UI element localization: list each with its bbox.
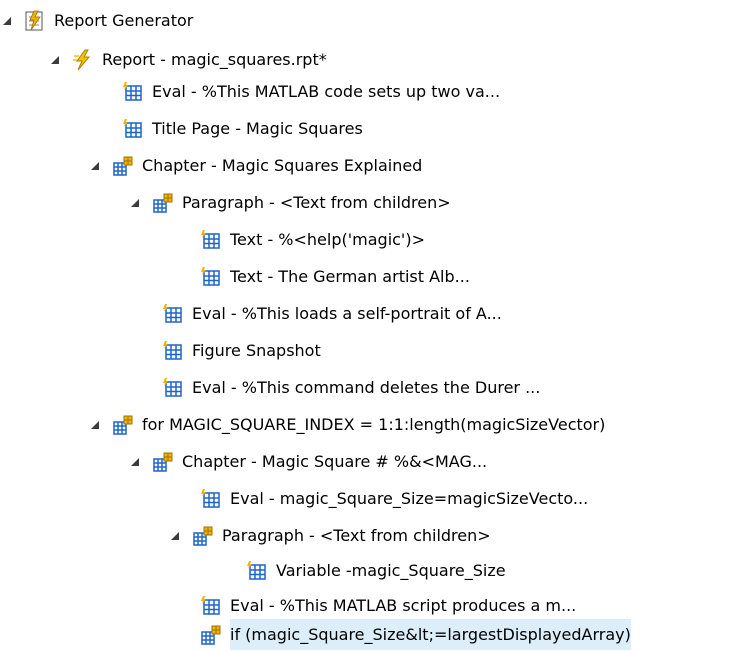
tree-node-label: Eval - %This loads a self-portrait of A.… [192, 304, 502, 323]
parent-component-icon [152, 192, 174, 214]
tree-node-label: Chapter - Magic Squares Explained [142, 156, 423, 175]
tree-node-label: Text - %<help('magic')> [230, 230, 425, 249]
tree-node-report-generator[interactable]: Report Generator [0, 5, 193, 36]
tree-node-label: Eval - magic_Square_Size=magicSizeVecto.… [230, 489, 589, 508]
tree-node-label: Eval - %This MATLAB code sets up two va.… [152, 82, 501, 101]
tree-node-label: Chapter - Magic Square # %&<MAG... [182, 452, 488, 471]
component-icon [122, 81, 144, 103]
tree-node-eval[interactable]: Eval - %This MATLAB script produces a m.… [200, 590, 576, 621]
component-icon [122, 118, 144, 140]
component-icon [162, 340, 184, 362]
tree-node-eval[interactable]: Eval - magic_Square_Size=magicSizeVecto.… [200, 483, 588, 514]
tree-node-text[interactable]: Text - The German artist Alb... [200, 261, 470, 292]
tree-node-chapter[interactable]: Chapter - Magic Square # %&<MAG... [128, 446, 487, 477]
component-icon [162, 303, 184, 325]
tree-node-label: if (magic_Square_Size&lt;=largestDisplay… [230, 619, 631, 650]
tree-node-variable[interactable]: Variable -magic_Square_Size [246, 555, 506, 586]
parent-component-icon [200, 624, 222, 646]
lightning-icon [72, 49, 94, 71]
tree-node-label: Report Generator [54, 11, 194, 30]
tree-node-label: Text - The German artist Alb... [230, 267, 470, 286]
parent-component-icon [152, 451, 174, 473]
tree-node-label: Title Page - Magic Squares [152, 119, 363, 138]
expand-triangle-icon[interactable] [88, 418, 102, 432]
tree-node-label: Paragraph - <Text from children> [222, 526, 491, 545]
tree-node-paragraph[interactable]: Paragraph - <Text from children> [128, 187, 451, 218]
component-icon [246, 560, 268, 582]
tree-node-title-page[interactable]: Title Page - Magic Squares [122, 113, 363, 144]
report-explorer-tree: Report Generator Report - magic_squares.… [0, 0, 750, 651]
expand-triangle-icon[interactable] [128, 455, 142, 469]
tree-node-if[interactable]: if (magic_Square_Size&lt;=largestDisplay… [200, 619, 631, 650]
tree-node-label: Paragraph - <Text from children> [182, 193, 451, 212]
parent-component-icon [112, 155, 134, 177]
tree-node-eval[interactable]: Eval - %This MATLAB code sets up two va.… [122, 76, 500, 107]
tree-node-text[interactable]: Text - %<help('magic')> [200, 224, 425, 255]
tree-node-label: for MAGIC_SQUARE_INDEX = 1:1:length(magi… [142, 415, 606, 434]
tree-node-label: Figure Snapshot [192, 341, 321, 360]
tree-node-for-loop[interactable]: for MAGIC_SQUARE_INDEX = 1:1:length(magi… [88, 409, 605, 440]
component-icon [162, 377, 184, 399]
tree-node-figure-snapshot[interactable]: Figure Snapshot [162, 335, 321, 366]
tree-node-eval[interactable]: Eval - %This command deletes the Durer .… [162, 372, 540, 403]
tree-node-label: Variable -magic_Square_Size [276, 561, 506, 580]
tree-node-paragraph[interactable]: Paragraph - <Text from children> [168, 520, 491, 551]
component-icon [200, 595, 222, 617]
parent-component-icon [192, 525, 214, 547]
expand-triangle-icon[interactable] [88, 159, 102, 173]
tree-node-chapter[interactable]: Chapter - Magic Squares Explained [88, 150, 422, 181]
tree-node-report[interactable]: Report - magic_squares.rpt* [48, 44, 327, 75]
component-icon [200, 266, 222, 288]
report-generator-icon [24, 10, 46, 32]
tree-node-eval[interactable]: Eval - %This loads a self-portrait of A.… [162, 298, 502, 329]
expand-triangle-icon[interactable] [128, 196, 142, 210]
tree-node-label: Eval - %This command deletes the Durer .… [192, 378, 541, 397]
parent-component-icon [112, 414, 134, 436]
component-icon [200, 229, 222, 251]
expand-triangle-icon[interactable] [168, 529, 182, 543]
tree-node-label: Eval - %This MATLAB script produces a m.… [230, 596, 577, 615]
component-icon [200, 488, 222, 510]
expand-triangle-icon[interactable] [0, 14, 14, 28]
tree-node-label: Report - magic_squares.rpt* [102, 50, 327, 69]
expand-triangle-icon[interactable] [48, 53, 62, 67]
